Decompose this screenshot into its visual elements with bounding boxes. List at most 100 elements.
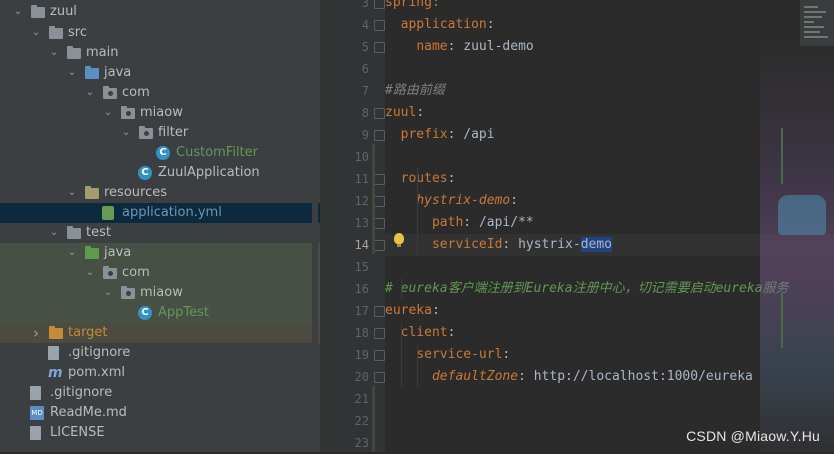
tree-item[interactable]: C CustomFilter (0, 143, 320, 163)
tree-item-label: target (68, 325, 108, 340)
tree-item[interactable]: .gitignore (0, 343, 320, 363)
tree-item-label: CustomFilter (176, 145, 258, 160)
chevron-down-icon[interactable]: ⌄ (120, 123, 132, 143)
vcs-change-bar (372, 386, 375, 452)
chevron-down-icon[interactable]: ⌄ (66, 243, 78, 263)
fold-marker-icon[interactable] (374, 350, 385, 361)
code-line[interactable]: zuul: (385, 102, 424, 124)
yaml-value: hystrix- (518, 237, 581, 252)
tree-item-label: com (122, 85, 150, 100)
tree-item[interactable]: m pom.xml (0, 363, 320, 383)
fold-marker-icon[interactable] (374, 218, 385, 229)
chevron-down-icon[interactable]: ⌄ (84, 263, 96, 283)
tree-item[interactable]: ⌄ miaow (0, 103, 320, 123)
tree-item[interactable]: ⌄ main (0, 43, 320, 63)
tree-item-label: .gitignore (50, 385, 113, 400)
yaml-value: /api (463, 127, 495, 142)
line-number: 14 (354, 238, 369, 252)
code-line[interactable]: application: (385, 14, 495, 36)
chevron-down-icon[interactable]: ⌄ (12, 2, 24, 22)
tree-item[interactable]: ⌄ resources (0, 183, 320, 203)
tree-item[interactable]: LICENSE (0, 423, 320, 443)
yaml-separator: : (510, 193, 519, 208)
tree-item[interactable]: › target (0, 323, 320, 343)
editor-minimap[interactable] (800, 0, 834, 46)
fold-marker-icon[interactable] (374, 372, 385, 383)
tree-item[interactable]: ⌄ java (0, 243, 320, 263)
tree-item[interactable]: ⌄ zuul (0, 2, 320, 22)
yaml-separator: : (502, 347, 511, 362)
resources-folder-icon (84, 186, 100, 200)
chevron-down-icon[interactable]: ⌄ (102, 283, 114, 303)
line-number: 5 (361, 40, 369, 54)
yaml-separator: : (447, 127, 464, 142)
code-line[interactable]: path: /api/** (385, 212, 534, 234)
fold-marker-icon[interactable] (374, 240, 385, 251)
tree-item-label: src (68, 25, 87, 40)
chevron-down-icon[interactable]: ⌄ (102, 103, 114, 123)
tree-item[interactable]: ⌄ com (0, 83, 320, 103)
yaml-key: zuul (385, 105, 417, 120)
editor-gutter[interactable]: 3 4 5 6 7 8 9 10 11 12 13 14 15 16 17 18 19 20 21 22 23 (321, 0, 385, 452)
tree-item[interactable]: C ZuulApplication (0, 163, 320, 183)
tree-item[interactable]: .gitignore (0, 383, 320, 403)
code-line[interactable]: prefix: /api (385, 124, 495, 146)
tree-item[interactable]: C AppTest (0, 303, 320, 323)
chevron-down-icon[interactable]: ⌄ (66, 63, 78, 83)
tree-item[interactable]: application.yml (0, 203, 320, 223)
tree-item[interactable]: ⌄ java (0, 63, 320, 83)
code-line[interactable]: spring: (385, 0, 440, 14)
tree-item[interactable]: ⌄ test (0, 223, 320, 243)
background-artwork (760, 40, 834, 452)
fold-marker-icon[interactable] (374, 196, 385, 207)
project-tree[interactable]: ⌄ zuul ⌄ src ⌄ main ⌄ java ⌄ com ⌄ miaow ⌄ filter C Cus… (0, 0, 320, 452)
code-line[interactable]: routes: (385, 168, 456, 190)
code-line[interactable]: # eureka客户端注册到Eureka注册中心，切记需要启动eureka服务 (385, 278, 789, 300)
tree-item-label: com (122, 265, 150, 280)
lightbulb-icon[interactable] (394, 233, 404, 247)
code-line[interactable]: name: zuul-demo (385, 36, 534, 58)
yaml-key: client (400, 325, 448, 340)
fold-marker-icon[interactable] (374, 108, 385, 119)
code-line[interactable]: defaultZone: http://localhost:1000/eurek… (385, 366, 753, 388)
yaml-separator: : (431, 303, 440, 318)
code-line[interactable]: eureka: (385, 300, 440, 322)
chevron-down-icon[interactable]: ⌄ (48, 43, 60, 63)
yaml-separator: : (463, 215, 479, 230)
line-number: 20 (354, 370, 369, 384)
tree-item[interactable]: ⌄ com (0, 263, 320, 283)
chevron-down-icon[interactable]: ⌄ (66, 183, 78, 203)
chevron-right-icon[interactable]: › (30, 323, 42, 343)
code-line[interactable]: service-url: (385, 344, 510, 366)
tree-item[interactable]: MD ReadMe.md (0, 403, 320, 423)
tree-item-label: test (86, 225, 111, 240)
tree-item[interactable]: ⌄ filter (0, 123, 320, 143)
tree-item[interactable]: ⌄ src (0, 23, 320, 43)
folder-icon (48, 26, 64, 40)
fold-marker-icon[interactable] (374, 130, 385, 141)
fold-marker-icon[interactable] (374, 20, 385, 31)
chevron-down-icon[interactable]: ⌄ (48, 223, 60, 243)
fold-marker-icon[interactable] (374, 0, 385, 9)
project-tree-scrollbar[interactable] (312, 0, 318, 452)
chevron-down-icon[interactable]: ⌄ (84, 83, 96, 103)
excluded-folder-icon (48, 326, 64, 340)
code-comment: #路由前缀 (385, 83, 445, 98)
fold-marker-icon[interactable] (374, 328, 385, 339)
vcs-change-bar (372, 144, 375, 254)
yaml-separator: : (518, 369, 534, 384)
yaml-value: zuul-demo (463, 39, 534, 54)
yaml-key: application (400, 17, 487, 32)
line-number: 21 (354, 392, 369, 406)
fold-marker-icon[interactable] (374, 42, 385, 53)
fold-marker-icon[interactable] (374, 174, 385, 185)
tree-item[interactable]: ⌄ miaow (0, 283, 320, 303)
code-line[interactable]: #路由前缀 (385, 80, 445, 102)
line-number: 11 (354, 172, 369, 186)
fold-marker-icon[interactable] (374, 306, 385, 317)
code-line[interactable]: hystrix-demo: (385, 190, 518, 212)
code-line[interactable]: client: (385, 322, 456, 344)
chevron-down-icon[interactable]: ⌄ (30, 23, 42, 43)
